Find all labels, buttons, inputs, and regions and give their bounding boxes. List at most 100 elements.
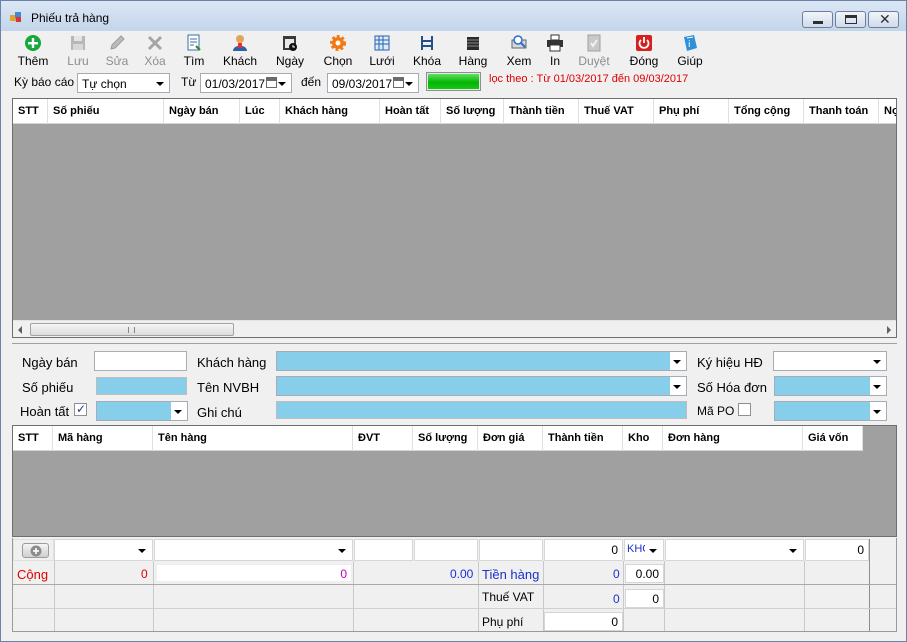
ghi-chu-input[interactable] [276, 401, 687, 419]
period-select[interactable]: Tự chọn [77, 73, 170, 93]
chevron-down-icon [873, 360, 881, 364]
grid-line [153, 561, 154, 631]
delete-button[interactable]: Xóa [140, 34, 170, 68]
column-header[interactable]: Mã hàng [53, 426, 153, 451]
minimize-icon [813, 21, 823, 24]
column-header[interactable]: Khách hàng [280, 99, 380, 124]
hoan-tat-select[interactable] [96, 401, 188, 421]
column-header[interactable]: Số lượng [441, 99, 504, 124]
add-button[interactable]: Thêm [13, 34, 53, 68]
add-row-button[interactable] [22, 543, 49, 558]
view-button[interactable]: Xem [503, 34, 535, 68]
customer-button[interactable]: Khách [221, 34, 259, 68]
items-grid[interactable]: STT Mã hàng Tên hàng ĐVT Số lượng Đơn giá Thàn… [12, 425, 897, 537]
minimize-button[interactable] [802, 11, 833, 28]
from-label: Từ [181, 75, 197, 89]
help-label: Giúp [677, 54, 703, 68]
approve-label: Duyệt [578, 54, 610, 68]
grid-line [664, 561, 665, 631]
column-header[interactable]: Ngày bán [164, 99, 240, 124]
date-button[interactable]: Ngày [274, 34, 306, 68]
grid-line [543, 561, 544, 631]
ngay-ban-input[interactable] [94, 351, 187, 371]
ten-nvbh-select[interactable] [276, 376, 687, 396]
column-header[interactable]: Hoàn tất [380, 99, 441, 124]
column-header[interactable]: STT [13, 426, 53, 451]
thue-vat-input[interactable]: 0 [625, 589, 664, 608]
save-button[interactable]: Lưu [63, 34, 93, 68]
gia-von-input[interactable]: 0 [805, 539, 869, 561]
column-header[interactable]: Nợ [879, 99, 896, 124]
grid-button[interactable]: Lưới [367, 34, 397, 68]
print-button[interactable]: In [542, 34, 568, 68]
column-header[interactable]: Phụ phí [654, 99, 729, 124]
approve-button[interactable]: Duyệt [576, 34, 612, 68]
choose-button[interactable]: Chọn [321, 34, 355, 68]
dvt-input[interactable] [354, 539, 413, 561]
find-button[interactable]: Tìm [179, 34, 209, 68]
kho-select[interactable]: KHO [624, 539, 664, 561]
column-header[interactable]: Lúc [240, 99, 280, 124]
chevron-down-icon [405, 82, 413, 86]
column-header[interactable]: Thuế VAT [579, 99, 654, 124]
grid-label: Lưới [369, 54, 395, 68]
horizontal-scrollbar[interactable] [13, 320, 896, 337]
close-button[interactable]: ✕ [868, 11, 899, 28]
don-gia-input[interactable] [479, 539, 543, 561]
column-header[interactable]: Đơn giá [478, 426, 543, 451]
ngay-ban-label: Ngày bán [22, 355, 78, 370]
help-button[interactable]: i Giúp [675, 34, 705, 68]
so-luong-input[interactable] [414, 539, 478, 561]
column-header[interactable]: STT [13, 99, 48, 124]
column-header[interactable]: Tổng cộng [729, 99, 804, 124]
from-date-picker[interactable]: 01/03/2017 [200, 73, 292, 93]
thue-vat-value: 0 [613, 592, 620, 606]
toolbar: Thêm Lưu Sửa Xóa Tìm Khách Ngày Chọn Lướ… [1, 31, 906, 69]
delete-label: Xóa [144, 54, 166, 68]
chevron-down-icon [174, 410, 182, 414]
receipts-grid[interactable]: STT Số phiếu Ngày bán Lúc Khách hàng Hoàn tất… [12, 98, 897, 338]
column-header[interactable]: Số phiếu [48, 99, 164, 124]
column-header[interactable]: Giá vốn [803, 426, 863, 451]
column-header[interactable]: Đơn hàng [663, 426, 803, 451]
so-hoa-don-select[interactable] [774, 376, 887, 396]
column-header[interactable]: Tên hàng [153, 426, 353, 451]
grid-line [353, 561, 354, 631]
khach-hang-select[interactable] [276, 351, 687, 371]
scroll-left-icon[interactable] [18, 326, 22, 334]
column-header[interactable]: ĐVT [353, 426, 413, 451]
view-icon [511, 35, 527, 49]
column-header[interactable]: Kho [623, 426, 663, 451]
ma-hang-select[interactable] [54, 539, 153, 561]
edit-button[interactable]: Sửa [102, 34, 132, 68]
maximize-icon [845, 15, 857, 24]
column-header[interactable]: Thành tiền [504, 99, 579, 124]
kho-total-cell: 0.00 [625, 564, 664, 583]
ma-po-checkbox[interactable] [738, 403, 751, 416]
so-phieu-input[interactable] [96, 377, 187, 395]
ky-hieu-hd-select[interactable] [773, 351, 887, 371]
hoan-tat-checkbox[interactable] [74, 402, 87, 416]
column-header[interactable]: Số lượng [413, 426, 478, 451]
don-hang-select[interactable] [665, 539, 804, 561]
ten-nvbh-label: Tên NVBH [197, 380, 260, 395]
ma-po-select[interactable] [774, 401, 887, 421]
title-bar[interactable]: Phiếu trả hàng ✕ [1, 1, 906, 31]
close-form-button[interactable]: Đóng [626, 34, 662, 68]
to-date-picker[interactable]: 09/03/2017 [327, 73, 419, 93]
to-label: đến [301, 75, 322, 89]
ky-hieu-hd-label: Ký hiệu HĐ [697, 355, 763, 370]
scroll-thumb[interactable] [30, 323, 234, 336]
scroll-right-icon[interactable] [887, 326, 891, 334]
items-grid-header: STT Mã hàng Tên hàng ĐVT Số lượng Đơn giá Thàn… [13, 426, 863, 451]
column-header[interactable]: Thành tiền [543, 426, 623, 451]
tien-hang-value: 0 [613, 567, 620, 581]
column-header[interactable]: Thanh toán [804, 99, 879, 124]
goods-button[interactable]: Hàng [456, 34, 490, 68]
lock-button[interactable]: Khóa [411, 34, 443, 68]
ten-hang-select[interactable] [154, 539, 353, 561]
thanh-tien-input[interactable]: 0 [544, 539, 623, 561]
phu-phi-input[interactable]: 0 [544, 612, 623, 631]
maximize-button[interactable] [835, 11, 866, 28]
add-row-cell [13, 539, 54, 561]
